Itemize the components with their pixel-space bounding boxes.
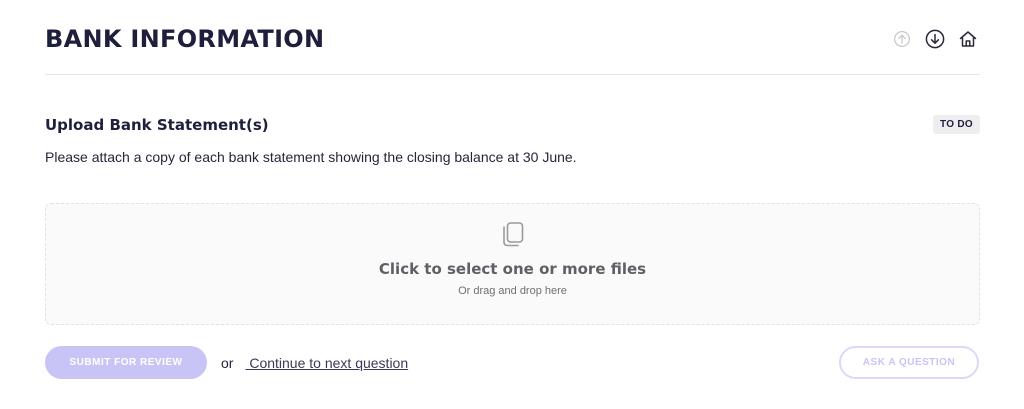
- continue-to-next-question-link[interactable]: Continue to next question: [245, 355, 408, 371]
- question-title: Upload Bank Statement(s): [45, 115, 269, 134]
- header-toolbar: [892, 29, 978, 49]
- action-footer: SUBMIT FOR REVIEW or Continue to next qu…: [45, 346, 980, 379]
- arrow-down-circle-icon[interactable]: [925, 29, 945, 49]
- section-header: BANK INFORMATION: [45, 0, 980, 75]
- copy-files-icon: [499, 218, 527, 248]
- or-text: or: [221, 354, 234, 371]
- file-dropzone[interactable]: Click to select one or more files Or dra…: [45, 203, 980, 325]
- home-icon[interactable]: [958, 29, 978, 49]
- dropzone-primary-text: Click to select one or more files: [378, 260, 647, 278]
- question-description: Please attach a copy of each bank statem…: [45, 149, 577, 165]
- dropzone-secondary-text: Or drag and drop here: [458, 285, 567, 297]
- submit-for-review-button[interactable]: SUBMIT FOR REVIEW: [45, 346, 207, 379]
- arrow-up-circle-icon[interactable]: [892, 29, 912, 49]
- question-header: Upload Bank Statement(s) TO DO: [45, 115, 980, 134]
- status-badge: TO DO: [933, 115, 980, 134]
- page-title: BANK INFORMATION: [45, 25, 325, 53]
- page: BANK INFORMATION Upload Bank Statement(s…: [0, 0, 1024, 409]
- ask-a-question-button[interactable]: ASK A QUESTION: [839, 346, 979, 379]
- footer-left-actions: SUBMIT FOR REVIEW or Continue to next qu…: [45, 346, 408, 379]
